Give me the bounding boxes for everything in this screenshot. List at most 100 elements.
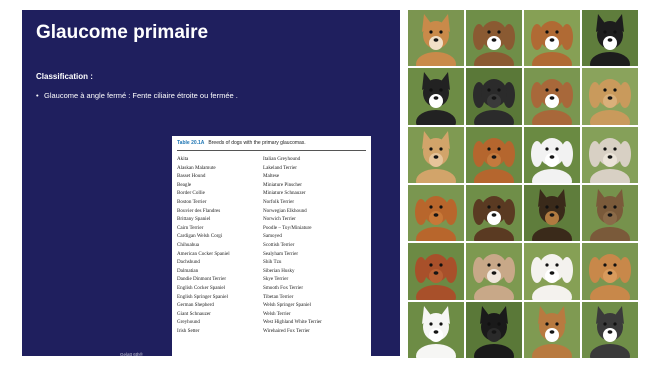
table-cell: German Shepherd bbox=[177, 302, 214, 309]
table-cell: Siberian Husky bbox=[263, 267, 295, 274]
slide: Glaucome primaire Classification : • Glau… bbox=[0, 0, 646, 366]
dog-photo bbox=[524, 301, 580, 358]
dog-portrait-image bbox=[408, 126, 464, 183]
dog-photo bbox=[524, 10, 580, 67]
dog-portrait-image bbox=[408, 184, 464, 242]
table-cell: English Cocker Spaniel bbox=[177, 284, 226, 291]
dog-photo bbox=[524, 243, 580, 300]
dog-portrait-image bbox=[524, 184, 580, 242]
table-cell: Sealyham Terrier bbox=[263, 250, 299, 257]
bullet-dot-icon: • bbox=[36, 91, 39, 100]
dog-photo bbox=[408, 68, 464, 125]
dog-photo bbox=[466, 126, 522, 183]
table-cell: Lakeland Terrier bbox=[263, 164, 297, 171]
table-cell: Cardigan Welsh Corgi bbox=[177, 233, 223, 240]
dog-portrait-image bbox=[466, 10, 522, 67]
table-top-rule bbox=[177, 150, 366, 151]
dog-portrait-image bbox=[524, 10, 580, 67]
table-cell: Welsh Springer Spaniel bbox=[263, 302, 311, 309]
dog-portrait-image bbox=[466, 301, 522, 358]
table-cell: Brittany Spaniel bbox=[177, 216, 211, 223]
dog-photo bbox=[582, 301, 638, 358]
table-cell: Bouvier des Flandres bbox=[177, 207, 221, 214]
table-cell: Dachshund bbox=[177, 259, 200, 266]
table-cell: Smooth Fox Terrier bbox=[263, 284, 304, 291]
dog-portrait-image bbox=[524, 68, 580, 125]
table-cell: Miniature Schnauzer bbox=[263, 190, 306, 197]
table-cell: Chihuahua bbox=[177, 241, 200, 248]
dog-portrait-image bbox=[466, 243, 522, 300]
dog-photo bbox=[582, 184, 638, 242]
dog-photo bbox=[582, 10, 638, 67]
table-cell: Tibetan Terrier bbox=[263, 293, 294, 300]
dog-photo bbox=[408, 301, 464, 358]
table-cell: Cairn Terrier bbox=[177, 224, 204, 231]
dog-portrait-image bbox=[524, 243, 580, 300]
dog-photo bbox=[582, 126, 638, 183]
table-cell: Maltese bbox=[263, 173, 280, 180]
dog-photo bbox=[582, 68, 638, 125]
dog-portrait-image bbox=[408, 243, 464, 300]
dog-portrait-image bbox=[408, 68, 464, 125]
table-cell: Shih Tzu bbox=[263, 259, 282, 266]
dog-photo bbox=[466, 184, 522, 242]
dog-photo bbox=[408, 10, 464, 67]
dog-portrait-image bbox=[466, 126, 522, 183]
table-caption-text: Breeds of dogs with the primary glaucoma… bbox=[208, 140, 306, 146]
table-cell: Border Collie bbox=[177, 190, 205, 197]
dog-portrait-image bbox=[466, 184, 522, 242]
dog-portrait-image bbox=[466, 68, 522, 125]
table-left-column: Akita Alaskan Malamute Basset Hound Beagle B… bbox=[177, 155, 230, 335]
dog-portrait-image bbox=[408, 301, 464, 358]
dog-photo bbox=[466, 243, 522, 300]
table-cell: Norfolk Terrier bbox=[263, 198, 295, 205]
table-cell: West Highland White Terrier bbox=[263, 319, 322, 326]
table-cell: Italian Greyhound bbox=[263, 156, 301, 162]
footer-credit: Gelatt 6th® bbox=[120, 352, 143, 357]
dog-photo bbox=[466, 10, 522, 67]
dog-photo bbox=[524, 184, 580, 242]
table-cell: Alaskan Malamute bbox=[177, 164, 216, 171]
dog-photo-grid bbox=[408, 10, 640, 358]
table-right-column: Italian Greyhound Lakeland Terrier Maltese… bbox=[263, 155, 322, 335]
table-cell: Basset Hound bbox=[177, 173, 206, 180]
dog-photo bbox=[408, 126, 464, 183]
dog-portrait-image bbox=[582, 126, 638, 183]
dog-photo bbox=[408, 184, 464, 242]
table-cell: Dalmatian bbox=[177, 267, 199, 274]
table-cell: Giant Schnauzer bbox=[177, 310, 211, 317]
dog-portrait-image bbox=[408, 10, 464, 67]
table-cell: Dandie Dinmont Terrier bbox=[177, 276, 227, 283]
content-panel: Glaucome primaire Classification : • Glau… bbox=[22, 10, 400, 366]
table-cell: Skye Terrier bbox=[263, 276, 289, 283]
table-cell: English Springer Spaniel bbox=[177, 293, 228, 300]
table-cell: Wirehaired Fox Terrier bbox=[263, 327, 310, 334]
table-cell: Poodle – Toy/Miniature bbox=[263, 224, 312, 231]
bullet-text: Glaucome à angle fermé : Fente ciliaire … bbox=[44, 91, 238, 100]
table-caption: Table 20.1A Breeds of dogs with the prima… bbox=[177, 140, 306, 146]
slide-title: Glaucome primaire bbox=[36, 22, 209, 43]
table-cell: Welsh Terrier bbox=[263, 310, 291, 317]
table-number: Table 20.1A bbox=[177, 140, 205, 146]
dog-photo bbox=[582, 243, 638, 300]
table-cell: American Cocker Spaniel bbox=[177, 250, 230, 257]
dog-photo bbox=[524, 68, 580, 125]
dog-photo bbox=[524, 126, 580, 183]
dog-portrait-image bbox=[582, 301, 638, 358]
dog-photo bbox=[408, 243, 464, 300]
classification-label: Classification : bbox=[36, 72, 93, 81]
table-cell: Norwich Terrier bbox=[263, 216, 296, 223]
dog-photo bbox=[466, 301, 522, 358]
table-cell: Samoyed bbox=[263, 233, 282, 240]
table-cell: Irish Setter bbox=[177, 327, 200, 334]
dog-photo bbox=[466, 68, 522, 125]
table-cell: Beagle bbox=[177, 181, 192, 188]
table-cell: Boston Terrier bbox=[177, 198, 207, 205]
table-cell: Norwegian Elkhound bbox=[263, 207, 307, 214]
table-cell: Scottish Terrier bbox=[263, 241, 295, 248]
dog-portrait-image bbox=[524, 126, 580, 183]
table-cell: Miniature Pinscher bbox=[263, 181, 302, 188]
table-cell: Greyhound bbox=[177, 319, 200, 326]
breeds-table: Table 20.1A Breeds of dogs with the prima… bbox=[172, 136, 371, 366]
dog-portrait-image bbox=[582, 10, 638, 67]
